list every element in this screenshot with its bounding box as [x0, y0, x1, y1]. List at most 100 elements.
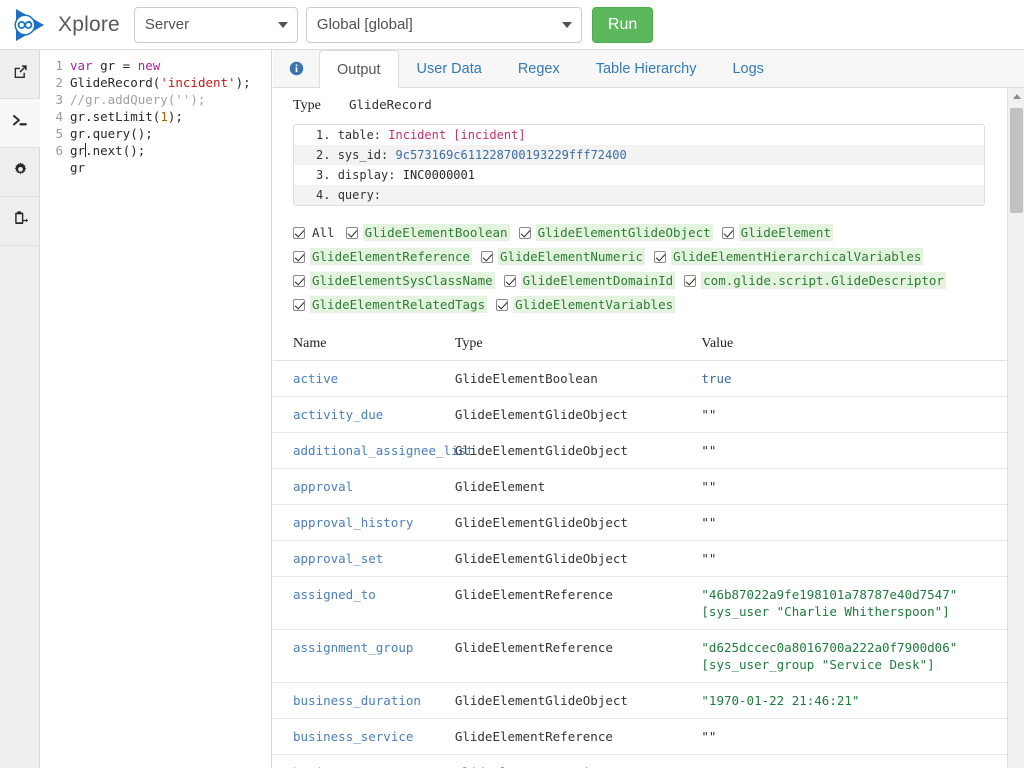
field-name-link[interactable]: active — [293, 371, 338, 386]
chevron-down-icon — [277, 21, 288, 28]
filter-checkbox-glideelementboolean[interactable]: GlideElementBoolean — [345, 224, 510, 241]
sidebar-item-settings[interactable] — [0, 148, 40, 197]
field-value: "" — [701, 443, 717, 458]
code-text: gr.setLimit(1); — [70, 109, 183, 124]
filter-label: GlideElementGlideObject — [535, 224, 713, 241]
cell-value: 1892781 — [701, 754, 1024, 768]
field-value: "" — [701, 551, 717, 566]
table-row: active GlideElementBoolean true — [273, 360, 1024, 397]
filter-checkbox-glideelementhierarchicalvariables[interactable]: GlideElementHierarchicalVariables — [654, 248, 924, 265]
xplore-logo-icon — [8, 3, 52, 47]
line-number: 5 — [55, 126, 63, 141]
cell-name: business_duration — [273, 682, 455, 719]
field-name-link[interactable]: assignment_group — [293, 640, 413, 655]
terminal-prompt-icon — [11, 112, 29, 135]
cell-type: GlideElementGlideObject — [454, 432, 702, 469]
app-header: Xplore Server Global [global] Run — [0, 0, 1024, 50]
cell-type: GlideElementReference — [454, 576, 702, 630]
filter-checkbox-glideelementdomainid[interactable]: GlideElementDomainId — [503, 272, 676, 289]
sidebar-item-clipboard[interactable] — [0, 197, 40, 246]
checkbox-checked-icon[interactable] — [481, 250, 494, 263]
filter-checkbox-glideelementreference[interactable]: GlideElementReference — [293, 248, 473, 265]
sidebar-item-script-editor[interactable] — [0, 99, 40, 148]
field-name-link[interactable]: business_service — [293, 729, 413, 744]
record-info-row: 3. display: INC0000001 — [294, 165, 984, 185]
filter-checkbox-glideelementglideobject[interactable]: GlideElementGlideObject — [518, 224, 713, 241]
checkbox-checked-icon[interactable] — [518, 226, 531, 239]
tab-output[interactable]: Output — [319, 50, 399, 88]
tab-user-data[interactable]: User Data — [399, 50, 500, 87]
code-text: var gr = new — [70, 58, 161, 73]
checkbox-checked-icon[interactable] — [293, 226, 305, 239]
checkbox-checked-icon[interactable] — [345, 226, 358, 239]
tab-regex[interactable]: Regex — [500, 50, 578, 87]
filter-checkbox-glideelementnumeric[interactable]: GlideElementNumeric — [481, 248, 646, 265]
scrollbar-thumb[interactable] — [1010, 108, 1023, 213]
checkbox-checked-icon[interactable] — [503, 274, 516, 287]
cell-type: GlideElementGlideObject — [454, 682, 702, 719]
checkbox-checked-icon[interactable] — [654, 250, 667, 263]
filter-checkbox-glideelement[interactable]: GlideElement — [721, 224, 833, 241]
filter-label: GlideElementSysClassName — [310, 272, 495, 289]
filter-label: com.glide.script.GlideDescriptor — [701, 272, 946, 289]
filter-checkbox-com-glide-script-glidedescriptor[interactable]: com.glide.script.GlideDescriptor — [684, 272, 946, 289]
code-text: gr.next(); — [70, 143, 146, 158]
field-value: "" — [701, 479, 717, 494]
cell-name: assignment_group — [273, 629, 455, 683]
record-info-box: 1. table: Incident [incident] 2. sys_id: … — [293, 124, 985, 206]
result-vertical-scrollbar[interactable] — [1007, 88, 1024, 768]
filter-label: GlideElementReference — [310, 248, 473, 265]
application-select[interactable]: Global [global] — [305, 6, 582, 43]
chevron-down-icon — [561, 21, 572, 28]
code-line: 4 gr.setLimit(1); — [40, 108, 271, 125]
table-row: additional_assignee_list GlideElementGlid… — [273, 432, 1024, 469]
field-value-display: [sys_user "Charlie Whitherspoon"] — [701, 604, 950, 619]
code-line: 5 gr.query(); — [40, 125, 271, 142]
scope-select-value: Server — [144, 16, 190, 33]
cell-type: GlideElementReference — [454, 718, 702, 755]
checkbox-checked-icon[interactable] — [293, 274, 305, 287]
field-name-link[interactable]: additional_assignee_list — [293, 443, 474, 458]
cell-name: approval_set — [273, 540, 455, 577]
column-header-value: Value — [701, 330, 1024, 361]
cell-type: GlideElementBoolean — [454, 360, 702, 397]
checkbox-checked-icon[interactable] — [496, 298, 509, 311]
field-name-link[interactable]: approval_history — [293, 515, 413, 530]
cell-type: GlideElementGlideObject — [454, 504, 702, 541]
tab-table-hierarchy[interactable]: Table Hierarchy — [578, 50, 715, 87]
filter-checkbox-all[interactable]: All — [293, 224, 337, 241]
cell-value: true — [701, 360, 1024, 397]
cell-type: GlideElementGlideObject — [454, 540, 702, 577]
sidebar-item-open-in-new-window[interactable] — [0, 50, 40, 99]
cell-value: "" — [701, 540, 1024, 577]
scope-select[interactable]: Server — [133, 6, 298, 43]
field-name-link[interactable]: approval_set — [293, 551, 383, 566]
tab-logs[interactable]: Logs — [714, 50, 781, 87]
info-circle-icon[interactable] — [273, 49, 319, 87]
cell-value: "46b87022a9fe198101a78787e40d7547" [sys_u… — [701, 576, 1024, 630]
cell-type: GlideElementReference — [454, 629, 702, 683]
filter-label: GlideElementHierarchicalVariables — [671, 248, 924, 265]
result-type-label: Type — [293, 98, 321, 113]
run-button[interactable]: Run — [591, 6, 654, 43]
checkbox-checked-icon[interactable] — [293, 250, 305, 263]
scroll-up-arrow-icon[interactable] — [1008, 88, 1024, 105]
filter-label: GlideElementDomainId — [520, 272, 676, 289]
cell-value: "" — [701, 468, 1024, 505]
code-editor[interactable]: 1 var gr = new 2 GlideRecord('incident'); 3 /… — [40, 50, 272, 768]
field-name-link[interactable]: assigned_to — [293, 587, 376, 602]
checkbox-checked-icon[interactable] — [293, 298, 305, 311]
field-name-link[interactable]: approval — [293, 479, 353, 494]
filter-checkbox-glideelementsysclassname[interactable]: GlideElementSysClassName — [293, 272, 495, 289]
checkbox-checked-icon[interactable] — [721, 226, 734, 239]
field-name-link[interactable]: business_duration — [293, 693, 421, 708]
field-value: "46b87022a9fe198101a78787e40d7547" — [701, 587, 958, 602]
filter-checkbox-glideelementvariables[interactable]: GlideElementVariables — [496, 296, 676, 313]
filter-label: GlideElementNumeric — [498, 248, 646, 265]
checkbox-checked-icon[interactable] — [684, 274, 697, 287]
table-row: business_stcGlideElementNumeric1892781 — [273, 754, 1024, 768]
table-row: activity_due GlideElementGlideObject "" — [273, 396, 1024, 433]
filter-checkbox-glideelementrelatedtags[interactable]: GlideElementRelatedTags — [293, 296, 488, 313]
info-row-value: Incident [incident] — [388, 128, 526, 142]
field-name-link[interactable]: activity_due — [293, 407, 383, 422]
